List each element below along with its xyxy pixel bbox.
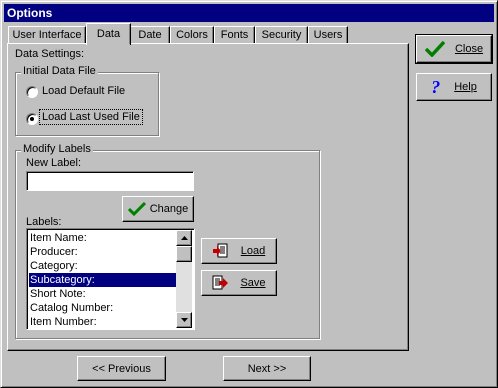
load-last-used-label[interactable]: Load Last Used File xyxy=(39,109,143,125)
list-item[interactable]: Short Note: xyxy=(29,287,176,301)
labels-listbox[interactable]: Item Name: Producer: Category: Subcatego… xyxy=(26,228,195,330)
previous-button[interactable]: << Previous xyxy=(77,356,166,381)
change-button-label: Change xyxy=(149,203,189,215)
close-button-label: Close xyxy=(454,43,484,55)
save-button-label: Save xyxy=(240,277,266,289)
list-item[interactable]: Category: xyxy=(29,259,176,273)
labels-caption: Labels: xyxy=(26,216,62,228)
load-button[interactable]: Load xyxy=(201,238,277,264)
scroll-up-arrow-icon[interactable] xyxy=(176,230,192,246)
load-last-used-radio[interactable] xyxy=(26,113,38,125)
list-item-selected[interactable]: Subcategory: xyxy=(29,273,176,287)
radio-dot xyxy=(30,117,34,121)
next-button[interactable]: Next >> xyxy=(223,356,311,381)
checkmark-icon xyxy=(424,41,445,57)
modify-labels-label: Modify Labels xyxy=(21,143,93,155)
load-document-icon xyxy=(212,243,229,259)
window-title: Options xyxy=(4,4,494,22)
checkmark-icon xyxy=(127,202,146,216)
list-item[interactable]: Producer: xyxy=(29,245,176,259)
close-button[interactable]: Close xyxy=(415,34,493,64)
list-item[interactable]: Catalog Number: xyxy=(29,301,176,315)
list-item[interactable]: Item Number: xyxy=(29,315,176,329)
load-default-label[interactable]: Load Default File xyxy=(42,85,125,97)
change-button[interactable]: Change xyxy=(122,196,194,222)
list-item[interactable]: Item Name: xyxy=(29,231,176,245)
tab-data[interactable]: Data xyxy=(86,23,131,47)
scrollbar-thumb[interactable] xyxy=(176,246,192,262)
load-button-label: Load xyxy=(240,245,266,257)
save-document-icon xyxy=(212,275,229,291)
new-label-caption: New Label: xyxy=(26,157,82,169)
scroll-down-arrow-icon[interactable] xyxy=(176,312,192,328)
data-settings-label: Data Settings: xyxy=(15,48,85,60)
load-default-radio[interactable] xyxy=(26,86,38,98)
scrollbar-track[interactable] xyxy=(176,230,192,328)
question-mark-icon: ? xyxy=(431,76,441,97)
initial-data-file-group xyxy=(15,72,159,136)
save-button[interactable]: Save xyxy=(201,270,277,296)
initial-data-file-label: Initial Data File xyxy=(21,65,98,77)
help-button[interactable]: ? Help xyxy=(416,73,492,101)
help-button-label: Help xyxy=(454,81,477,93)
options-window: Options User Interface Data Date Colors … xyxy=(0,0,498,388)
new-label-input[interactable] xyxy=(26,171,194,191)
